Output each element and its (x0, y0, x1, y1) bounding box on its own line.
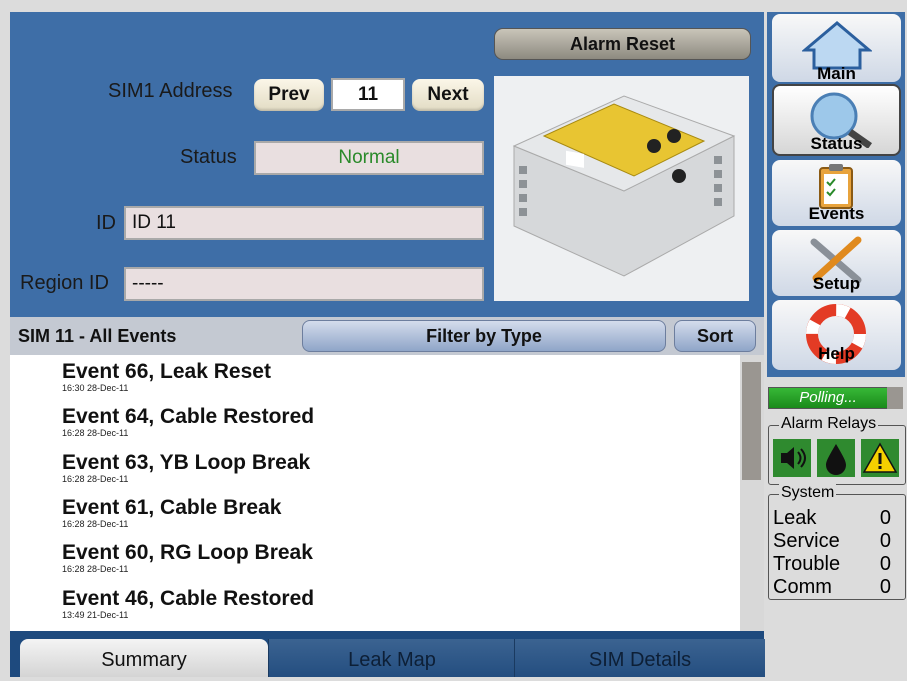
nav-help-label: Help (818, 344, 855, 363)
prev-button[interactable]: Prev (254, 79, 324, 111)
id-field[interactable]: ID 11 (124, 206, 484, 240)
event-time: 16:28 28-Dec-11 (62, 474, 129, 484)
list-item[interactable]: Event 66, Leak Reset 16:30 28-Dec-11 (62, 360, 271, 394)
nav-help-button[interactable]: Help (772, 300, 901, 370)
event-title: Event 63, YB Loop Break (62, 451, 311, 474)
nav-main-button[interactable]: Main (772, 14, 901, 83)
list-item[interactable]: Event 46, Cable Restored 13:49 21-Dec-11 (62, 587, 315, 621)
alarm-relays-group: Alarm Relays (768, 415, 906, 485)
tab-summary[interactable]: Summary (20, 639, 268, 677)
warning-icon (861, 439, 899, 477)
home-icon (802, 21, 872, 70)
system-row-trouble: Trouble 0 (773, 553, 891, 575)
tab-sim-details[interactable]: SIM Details (514, 639, 765, 677)
system-row-service: Service 0 (773, 530, 891, 552)
system-group: System Leak 0 Service 0 Trouble 0 Comm 0 (768, 484, 906, 600)
list-item[interactable]: Event 60, RG Loop Break 16:28 28-Dec-11 (62, 541, 313, 575)
event-title: Event 66, Leak Reset (62, 360, 271, 383)
event-title: Event 60, RG Loop Break (62, 541, 313, 564)
status-label: Status (180, 146, 237, 168)
bottom-tab-bar: Summary Leak Map SIM Details (10, 631, 765, 677)
event-title: Event 64, Cable Restored (62, 405, 315, 428)
nav-events-button[interactable]: Events (772, 160, 901, 226)
event-title: Event 61, Cable Break (62, 496, 282, 519)
list-item[interactable]: Event 61, Cable Break 16:28 28-Dec-11 (62, 496, 282, 530)
status-value: Normal (254, 141, 484, 175)
system-row-value: 0 (879, 553, 891, 575)
alarm-reset-button[interactable]: Alarm Reset (494, 28, 751, 60)
alarm-relays-label: Alarm Relays (779, 415, 879, 433)
nav-setup-label: Setup (812, 274, 861, 293)
system-label: System (779, 484, 837, 502)
polling-indicator: Polling... (768, 387, 888, 409)
region-id-label: Region ID (20, 272, 109, 294)
list-item[interactable]: Event 63, YB Loop Break 16:28 28-Dec-11 (62, 451, 311, 485)
nav-events-label: Events (808, 204, 865, 223)
event-time: 16:28 28-Dec-11 (62, 519, 129, 529)
nav-main-label: Main (817, 64, 856, 83)
system-row-comm: Comm 0 (773, 576, 891, 598)
region-id-field[interactable]: ----- (124, 267, 484, 301)
id-label: ID (96, 212, 116, 234)
polling-label: Polling... (799, 389, 857, 406)
polling-end-block (887, 387, 903, 409)
address-field[interactable]: 11 (331, 78, 405, 111)
filter-by-type-button[interactable]: Filter by Type (302, 320, 666, 352)
system-row-value: 0 (879, 576, 891, 598)
events-list[interactable]: Event 66, Leak Reset 16:30 28-Dec-11 Eve… (10, 355, 740, 631)
nav-status-label: Status (810, 134, 863, 153)
event-title: Event 46, Cable Restored (62, 587, 315, 610)
nav-status-button[interactable]: Status (772, 84, 901, 156)
scrollbar-thumb[interactable] (742, 362, 761, 480)
system-row-leak: Leak 0 (773, 507, 891, 529)
system-row-name: Service (773, 530, 840, 552)
system-row-value: 0 (879, 507, 891, 529)
system-row-name: Trouble (773, 553, 841, 575)
event-time: 13:49 21-Dec-11 (62, 610, 129, 620)
event-time: 16:28 28-Dec-11 (62, 564, 129, 574)
nav-setup-button[interactable]: Setup (772, 230, 901, 296)
event-time: 16:30 28-Dec-11 (62, 383, 129, 393)
drop-icon (817, 439, 855, 477)
list-item[interactable]: Event 64, Cable Restored 16:28 28-Dec-11 (62, 405, 315, 439)
system-row-name: Leak (773, 507, 817, 529)
next-button[interactable]: Next (412, 79, 484, 111)
event-time: 16:28 28-Dec-11 (62, 428, 129, 438)
sim-device-image (494, 76, 749, 301)
sort-button[interactable]: Sort (674, 320, 756, 352)
system-row-value: 0 (879, 530, 891, 552)
tab-leak-map[interactable]: Leak Map (268, 639, 515, 677)
system-row-name: Comm (773, 576, 832, 598)
events-title: SIM 11 - All Events (18, 326, 177, 346)
sim-address-label: SIM1 Address (108, 80, 233, 102)
speaker-icon (773, 439, 811, 477)
